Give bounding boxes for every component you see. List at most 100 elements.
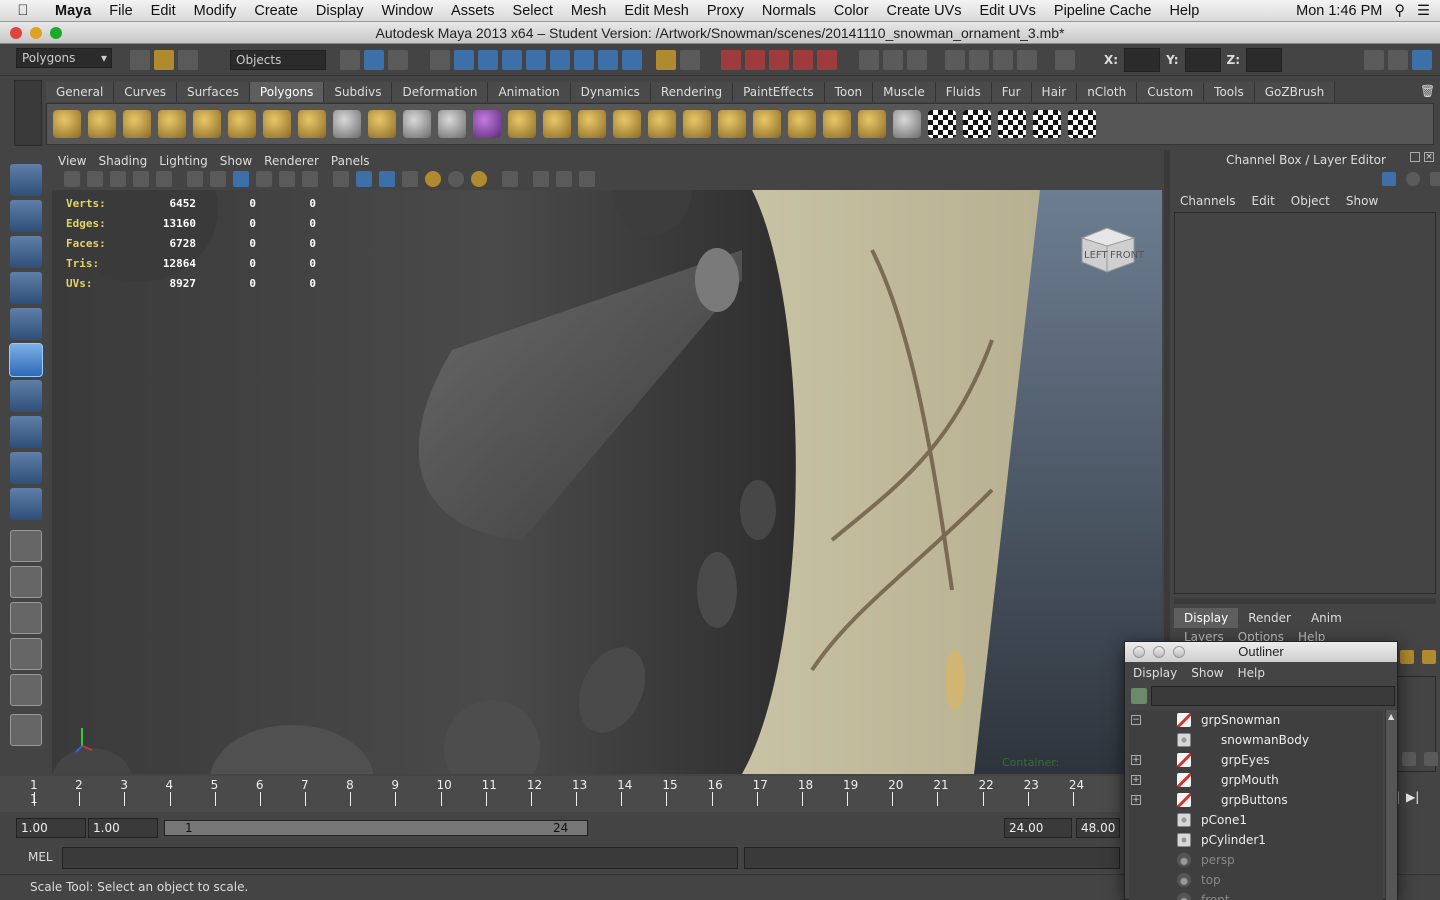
shelf-tab-curves[interactable]: Curves <box>114 82 177 102</box>
shelf-tab-dynamics[interactable]: Dynamics <box>570 82 651 102</box>
layer-tab-anim[interactable]: Anim <box>1301 608 1352 628</box>
snap-to-grids-icon[interactable] <box>721 50 742 70</box>
channelbox-attributes[interactable] <box>1174 212 1436 594</box>
planar-mapping-icon[interactable] <box>928 110 956 138</box>
input-connections-icon[interactable] <box>859 50 880 70</box>
save-scene-icon[interactable] <box>178 50 198 70</box>
panel-menu-panels[interactable]: Panels <box>325 152 376 170</box>
go-to-end-icon[interactable]: ▶| <box>1406 790 1419 804</box>
isolate-select-icon[interactable] <box>502 171 518 187</box>
playback-start-field[interactable]: 1.00 <box>88 818 158 838</box>
uv-texture-editor-icon[interactable] <box>1068 110 1096 138</box>
sculpt-geometry-icon[interactable] <box>893 110 921 138</box>
close-window-button[interactable] <box>10 27 22 39</box>
persp-graph-layout-icon[interactable] <box>10 638 42 670</box>
x-field[interactable] <box>1124 48 1161 72</box>
safe-action-icon[interactable] <box>302 171 318 187</box>
output-connections-icon[interactable] <box>883 50 904 70</box>
outliner-item-grpeyes[interactable]: + grpEyes <box>1129 750 1383 770</box>
shelf-tab-custom[interactable]: Custom <box>1137 82 1205 102</box>
zoom-window-button[interactable] <box>50 27 62 39</box>
help-icon[interactable] <box>621 50 642 70</box>
select-joints-icon[interactable] <box>453 50 474 70</box>
four-view-layout-icon[interactable] <box>10 566 42 598</box>
outliner-item-top[interactable]: top <box>1129 870 1383 890</box>
ipr-render-icon[interactable] <box>993 50 1014 70</box>
menuset-dropdown[interactable]: Polygons ▾ <box>16 48 112 68</box>
automatic-mapping-icon[interactable] <box>1033 110 1061 138</box>
menu-display[interactable]: Display <box>307 3 373 19</box>
use-all-lights-icon[interactable] <box>425 171 441 187</box>
expand-icon[interactable]: + <box>1131 755 1141 765</box>
channel-layer-splitter[interactable] <box>1174 598 1436 604</box>
select-tool-icon[interactable] <box>10 164 42 196</box>
smooth-icon[interactable] <box>473 110 501 138</box>
outliner-item-grpsnowman[interactable]: − grpSnowman <box>1129 710 1383 730</box>
y-field[interactable] <box>1184 48 1221 72</box>
panel-menu-renderer[interactable]: Renderer <box>258 152 325 170</box>
shelf-tab-polygons[interactable]: Polygons <box>249 82 325 102</box>
outliner-scrollbar[interactable]: ▲ <box>1385 710 1397 900</box>
apple-icon[interactable]:  <box>0 2 46 19</box>
persp-hypershade-layout-icon[interactable] <box>10 674 42 706</box>
move-tool-icon[interactable] <box>10 272 42 304</box>
mel-input[interactable] <box>62 847 738 869</box>
close-window-button[interactable] <box>1133 646 1145 658</box>
float-panel-icon[interactable] <box>1410 152 1420 162</box>
select-dynamics-icon[interactable] <box>549 50 570 70</box>
gate-mask-icon[interactable] <box>256 171 272 187</box>
selection-mode-dropdown[interactable]: Objects <box>230 50 326 70</box>
xray-joints-icon[interactable] <box>556 171 572 187</box>
zbrush-goz-icon[interactable] <box>10 714 42 746</box>
view-cube[interactable]: LEFT FRONT <box>1074 216 1144 282</box>
offset-edge-loop-icon[interactable] <box>788 110 816 138</box>
outliner-item-grpmouth[interactable]: + grpMouth <box>1129 770 1383 790</box>
trash-icon[interactable]: 🗑 <box>1420 84 1435 98</box>
outliner-item-front[interactable]: front <box>1129 890 1383 900</box>
snap-to-curves-icon[interactable] <box>745 50 766 70</box>
outliner-menu-display[interactable]: Display <box>1133 666 1177 680</box>
platonic-solids-icon[interactable] <box>333 110 361 138</box>
cylindrical-mapping-icon[interactable] <box>963 110 991 138</box>
select-rendering-icon[interactable] <box>573 50 594 70</box>
menu-mesh[interactable]: Mesh <box>562 3 615 19</box>
hyperbolic-icon[interactable] <box>1430 172 1440 186</box>
scroll-up-icon[interactable]: ▲ <box>1388 712 1394 721</box>
menu-window[interactable]: Window <box>372 3 442 19</box>
field-chart-icon[interactable] <box>279 171 295 187</box>
render-settings-icon[interactable] <box>1017 50 1038 70</box>
persp-outliner-layout-icon[interactable] <box>10 602 42 634</box>
grid-icon[interactable] <box>187 171 203 187</box>
minimize-window-button[interactable] <box>30 27 42 39</box>
smooth-shade-icon[interactable] <box>356 171 372 187</box>
new-scene-icon[interactable] <box>130 50 150 70</box>
xray-icon[interactable] <box>533 171 549 187</box>
select-surfaces-icon[interactable] <box>501 50 522 70</box>
outliner-menu-help[interactable]: Help <box>1238 666 1265 680</box>
channelbox-menu-channels[interactable]: Channels <box>1172 192 1244 212</box>
shelf-menu-button[interactable] <box>14 80 42 146</box>
construction-history-icon[interactable] <box>907 50 928 70</box>
panel-menu-lighting[interactable]: Lighting <box>153 152 214 170</box>
outliner-search-input[interactable] <box>1151 686 1395 706</box>
menu-create-uvs[interactable]: Create UVs <box>878 3 971 19</box>
poly-pipe-icon[interactable] <box>298 110 326 138</box>
poly-pyramid-icon[interactable] <box>263 110 291 138</box>
scroll-right-icon[interactable] <box>1424 752 1438 766</box>
menu-edit[interactable]: Edit <box>142 3 185 19</box>
paint-select-tool-icon[interactable] <box>10 236 42 268</box>
combine-icon[interactable] <box>368 110 396 138</box>
spotlight-icon[interactable]: ⚲ <box>1394 3 1405 19</box>
camera-attributes-icon[interactable] <box>87 171 103 187</box>
app-menu[interactable]: Maya <box>46 3 100 19</box>
wireframe-on-shaded-icon[interactable] <box>379 171 395 187</box>
mel-label[interactable]: MEL <box>28 850 53 864</box>
select-misc-icon[interactable] <box>597 50 618 70</box>
film-gate-icon[interactable] <box>210 171 226 187</box>
open-scene-icon[interactable] <box>154 50 174 70</box>
outliner-item-grpbuttons[interactable]: + grpButtons <box>1129 790 1383 810</box>
menu-file[interactable]: File <box>100 3 141 19</box>
select-deformations-icon[interactable] <box>525 50 546 70</box>
shelf-tab-surfaces[interactable]: Surfaces <box>176 82 250 102</box>
split-polygon-icon[interactable] <box>718 110 746 138</box>
